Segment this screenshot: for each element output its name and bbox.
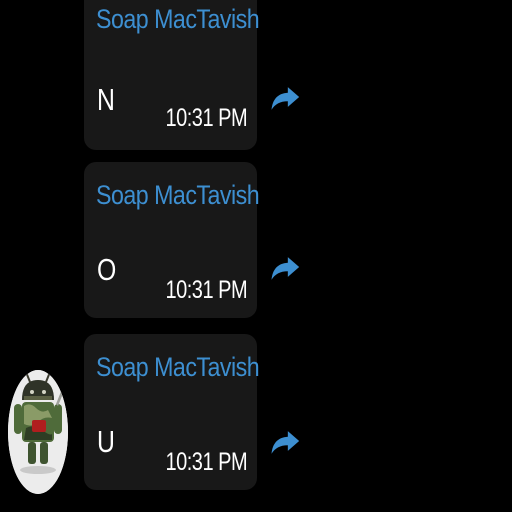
share-arrow-icon[interactable] bbox=[268, 250, 302, 284]
message-time: 10:31 PM bbox=[165, 104, 247, 132]
message-text: N bbox=[97, 82, 115, 117]
share-arrow-icon[interactable] bbox=[268, 80, 302, 114]
sender-name[interactable]: Soap MacTavish bbox=[96, 352, 260, 383]
sender-name[interactable]: Soap MacTavish bbox=[96, 180, 260, 211]
message-bubble[interactable]: Soap MacTavish N 10:31 PM bbox=[84, 0, 260, 150]
avatar[interactable] bbox=[8, 370, 68, 494]
message-bubble[interactable]: Soap MacTavish O 10:31 PM bbox=[84, 162, 260, 318]
message-text: O bbox=[97, 252, 117, 287]
message-time: 10:31 PM bbox=[165, 276, 247, 304]
message-time: 10:31 PM bbox=[165, 448, 247, 476]
share-arrow-icon[interactable] bbox=[268, 424, 302, 458]
sender-name[interactable]: Soap MacTavish bbox=[96, 4, 260, 35]
chat-view: Soap MacTavish N 10:31 PM Soap MacTavish… bbox=[0, 0, 512, 512]
message-bubble[interactable]: Soap MacTavish U 10:31 PM bbox=[84, 334, 260, 490]
message-text: U bbox=[97, 424, 115, 459]
android-figure-avatar-icon bbox=[8, 370, 68, 494]
